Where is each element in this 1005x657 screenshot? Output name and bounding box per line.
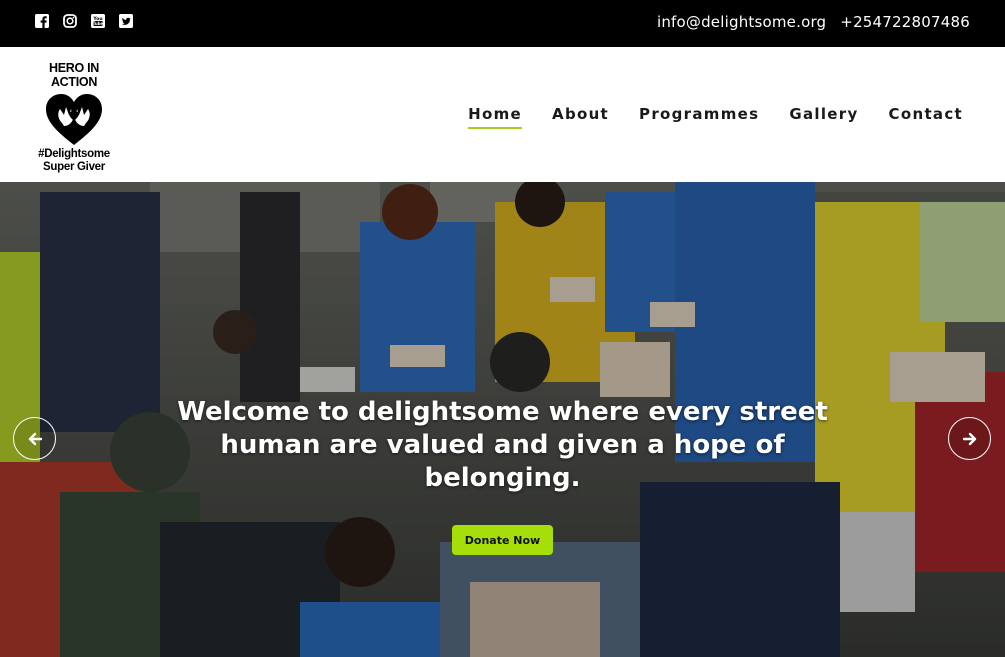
logo-top-text: HERO IN ACTION xyxy=(49,61,99,89)
nav-contact[interactable]: Contact xyxy=(889,105,963,129)
svg-text:Tube: Tube xyxy=(93,21,104,26)
logo-tagline: Super Giver xyxy=(43,161,105,173)
logo-hashtag: #Delightsome xyxy=(38,148,110,160)
heart-hands-icon xyxy=(46,94,102,145)
email-link[interactable]: info@delightsome.org xyxy=(657,13,826,31)
donate-now-button[interactable]: Donate Now xyxy=(452,525,553,555)
nav-about[interactable]: About xyxy=(552,105,609,129)
nav-home[interactable]: Home xyxy=(468,105,522,129)
nav-gallery[interactable]: Gallery xyxy=(789,105,858,129)
phone-link[interactable]: +254722807486 xyxy=(840,13,970,31)
youtube-icon[interactable]: You Tube xyxy=(91,14,105,28)
site-logo[interactable]: HERO IN ACTION #Delightsome Super Giver xyxy=(27,61,121,173)
site-header: HERO IN ACTION #Delightsome Super Giver … xyxy=(0,47,1005,182)
arrow-right-icon xyxy=(962,432,976,445)
facebook-icon[interactable] xyxy=(35,14,49,28)
hero-slider: Welcome to delightsome where every stree… xyxy=(0,182,1005,657)
nav-programmes[interactable]: Programmes xyxy=(639,105,759,129)
hero-headline: Welcome to delightsome where every stree… xyxy=(177,397,828,493)
twitter-icon[interactable] xyxy=(119,14,133,28)
slider-prev-button[interactable] xyxy=(13,417,56,460)
social-links: You Tube xyxy=(35,14,133,28)
slider-next-button[interactable] xyxy=(948,417,991,460)
top-bar: You Tube info@delightsome.org +2547228074… xyxy=(0,0,1005,47)
instagram-icon[interactable] xyxy=(63,14,77,28)
arrow-left-icon xyxy=(28,432,42,445)
contact-info: info@delightsome.org +254722807486 xyxy=(657,13,970,31)
main-nav: Home About Programmes Gallery Contact xyxy=(468,105,963,129)
